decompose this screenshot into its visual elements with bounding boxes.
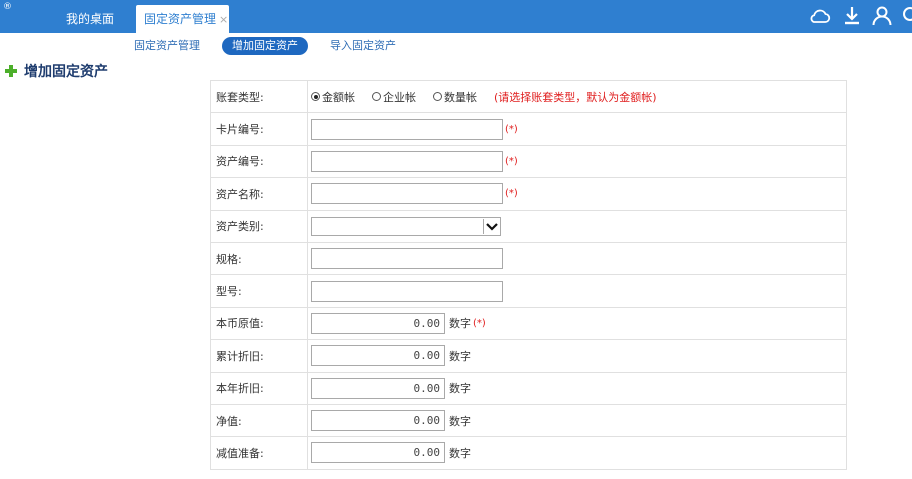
spec-input[interactable] — [311, 248, 503, 270]
form-row: 账套类型: 金额帐 企业帐 数量帐 (请选择账套类型，默认为金额帐) — [210, 79, 847, 114]
net-value-input[interactable]: 0.00 — [311, 410, 445, 432]
close-icon[interactable]: × — [219, 13, 228, 26]
subnav-asset-management[interactable]: 固定资产管理 — [124, 37, 210, 55]
unit-label: 数字 — [449, 414, 471, 428]
form-row: 减值准备: 0.00 数字 — [210, 436, 847, 470]
field-label: 本币原值: — [210, 306, 308, 341]
tab-label: 我的桌面 — [65, 12, 114, 26]
form-row: 卡片编号: (*) — [210, 112, 847, 146]
form-row: 资产名称: (*) — [210, 177, 847, 211]
field-label: 累计折旧: — [210, 339, 308, 373]
field-label: 卡片编号: — [210, 112, 308, 146]
impairment-input[interactable]: 0.00 — [311, 442, 445, 464]
download-icon[interactable] — [840, 4, 864, 28]
form-row: 累计折旧: 0.00 数字 — [210, 339, 847, 373]
user-icon[interactable] — [870, 4, 894, 28]
field-label: 本年折旧: — [210, 371, 308, 405]
top-bar: ® 我的桌面 固定资产管理 × — [0, 0, 912, 33]
account-type-radio-group: 金额帐 企业帐 数量帐 (请选择账套类型，默认为金额帐) — [311, 89, 846, 105]
field-label: 资产名称: — [210, 177, 308, 211]
sub-navigation: 固定资产管理 增加固定资产 导入固定资产 — [0, 33, 912, 59]
accumulated-depreciation-input[interactable]: 0.00 — [311, 345, 445, 367]
asset-number-input[interactable] — [311, 150, 503, 172]
chevron-down-icon[interactable] — [483, 218, 499, 234]
unit-label: 数字 — [449, 349, 471, 363]
subnav-label: 增加固定资产 — [232, 39, 298, 52]
asset-name-input[interactable] — [311, 183, 503, 205]
form-row: 本币原值: 0.00 数字 (*) — [210, 306, 847, 341]
asset-category-select[interactable] — [311, 216, 501, 236]
form-row: 规格: — [210, 241, 847, 276]
field-label: 资产类别: — [210, 209, 308, 243]
asset-form: 账套类型: 金额帐 企业帐 数量帐 (请选择账套类型，默认为金额帐) 卡片编号:… — [210, 79, 847, 470]
radio-label: 数量帐 — [444, 90, 477, 104]
form-row: 型号: — [210, 274, 847, 308]
required-mark: (*) — [473, 317, 486, 329]
form-row: 净值: 0.00 数字 — [210, 403, 847, 438]
field-label: 规格: — [210, 241, 308, 276]
form-row: 资产编号: (*) — [210, 144, 847, 179]
tab-my-desktop[interactable]: 我的桌面 — [50, 5, 130, 33]
page-title: 增加固定资产 — [24, 64, 108, 80]
subnav-add-asset[interactable]: 增加固定资产 — [222, 37, 308, 55]
cloud-icon[interactable] — [808, 4, 832, 28]
field-label: 减值准备: — [210, 436, 308, 470]
required-mark: (*) — [505, 188, 518, 200]
subnav-label: 固定资产管理 — [134, 39, 200, 52]
radio-button[interactable] — [372, 92, 381, 102]
field-label: 净值: — [210, 403, 308, 438]
required-mark: (*) — [505, 155, 518, 167]
year-depreciation-input[interactable]: 0.00 — [311, 377, 445, 399]
radio-button[interactable] — [311, 92, 320, 102]
plus-icon — [5, 65, 17, 77]
form-row: 本年折旧: 0.00 数字 — [210, 371, 847, 405]
radio-label: 企业帐 — [383, 90, 416, 104]
unit-label: 数字 — [449, 317, 471, 331]
unit-label: 数字 — [449, 382, 471, 396]
radio-quantity-account[interactable]: 数量帐 — [433, 89, 477, 105]
required-mark: (*) — [505, 123, 518, 135]
subnav-label: 导入固定资产 — [330, 39, 396, 52]
radio-enterprise-account[interactable]: 企业帐 — [372, 89, 416, 105]
search-icon[interactable] — [900, 4, 912, 28]
radio-label: 金额帐 — [322, 90, 355, 104]
original-value-input[interactable]: 0.00 — [311, 312, 445, 334]
unit-label: 数字 — [449, 446, 471, 460]
form-row: 资产类别: — [210, 209, 847, 243]
account-type-field: 金额帐 企业帐 数量帐 (请选择账套类型，默认为金额帐) — [307, 79, 847, 114]
radio-amount-account[interactable]: 金额帐 — [311, 89, 355, 105]
field-label: 资产编号: — [210, 144, 308, 179]
card-number-input[interactable] — [311, 118, 503, 140]
field-label: 型号: — [210, 274, 308, 308]
account-type-hint: (请选择账套类型，默认为金额帐) — [494, 90, 657, 104]
tab-label: 固定资产管理 — [144, 12, 217, 26]
radio-button[interactable] — [433, 92, 442, 102]
subnav-import-asset[interactable]: 导入固定资产 — [320, 37, 406, 55]
model-input[interactable] — [311, 280, 503, 302]
logo-icon: ® — [3, 2, 12, 12]
field-label: 账套类型: — [210, 79, 308, 114]
tab-fixed-asset-management[interactable]: 固定资产管理 × — [136, 5, 229, 33]
page-heading: 增加固定资产 — [4, 61, 108, 81]
